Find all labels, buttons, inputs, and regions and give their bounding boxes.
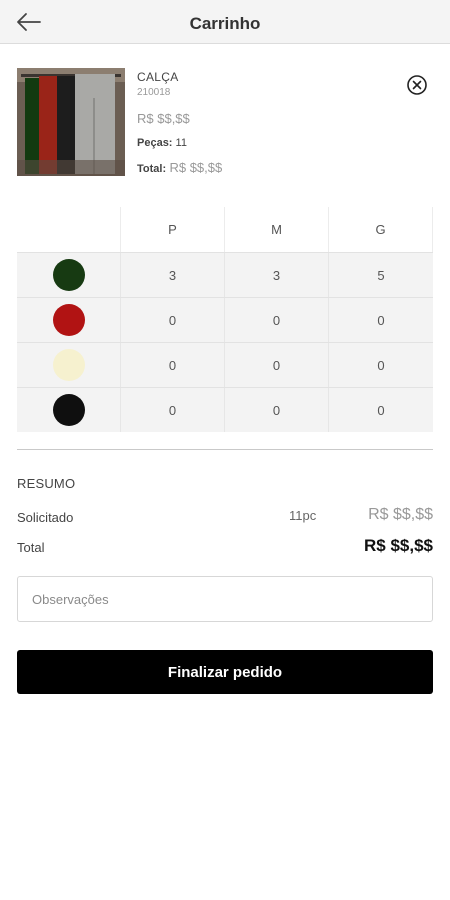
color-swatch-cream[interactable] [52, 349, 85, 381]
qty-cell-black-m[interactable]: 0 [225, 388, 329, 432]
grid-header-row: P M G [17, 207, 433, 252]
requested-qty: 11pc [289, 508, 317, 523]
observations-input[interactable] [17, 576, 433, 622]
qty-cell-black-g[interactable]: 0 [329, 388, 433, 432]
total-label: Total [17, 540, 45, 555]
grid-row-black: 0 0 0 [17, 387, 433, 432]
qty-cell-green-g[interactable]: 5 [329, 253, 433, 297]
qty-cell-red-p[interactable]: 0 [121, 298, 225, 342]
color-cell [17, 298, 121, 342]
cart-item: CALÇA 210018 R$ $$,$$ Peças: 11 Total: R… [17, 68, 433, 178]
total-price: R$ $$,$$ [364, 536, 433, 555]
page-title: Carrinho [189, 14, 261, 33]
color-swatch-red[interactable] [52, 304, 85, 336]
product-total-label: Total: [137, 163, 167, 175]
product-code: 210018 [137, 87, 171, 98]
qty-cell-red-g[interactable]: 0 [329, 298, 433, 342]
finish-order-button[interactable]: Finalizar pedido [17, 650, 433, 694]
section-divider [17, 449, 433, 450]
color-cell [17, 343, 121, 387]
size-header-p: P [121, 207, 225, 252]
pieces-label: Peças: [137, 137, 173, 149]
qty-cell-green-m[interactable]: 3 [225, 253, 329, 297]
product-total: Total: R$ $$,$$ [137, 160, 222, 175]
product-price: R$ $$,$$ [137, 111, 190, 126]
product-pieces: Peças: 11 [137, 137, 187, 149]
qty-cell-cream-p[interactable]: 0 [121, 343, 225, 387]
qty-cell-green-p[interactable]: 3 [121, 253, 225, 297]
product-total-value: R$ $$,$$ [169, 160, 223, 175]
grid-row-red: 0 0 0 [17, 297, 433, 342]
color-cell [17, 253, 121, 297]
grid-row-cream: 0 0 0 [17, 342, 433, 387]
pieces-value: 11 [175, 137, 187, 149]
product-image[interactable] [17, 68, 125, 176]
summary-title: RESUMO [17, 476, 76, 491]
grid-header-corner [17, 207, 121, 252]
grid-row-green: 3 3 5 [17, 252, 433, 297]
color-swatch-green[interactable] [52, 259, 85, 291]
requested-label: Solicitado [17, 510, 74, 525]
qty-cell-black-p[interactable]: 0 [121, 388, 225, 432]
remove-item-icon[interactable] [406, 74, 428, 96]
color-cell [17, 388, 121, 432]
product-name: CALÇA [137, 70, 179, 84]
app-bar: Carrinho [0, 0, 450, 44]
qty-cell-red-m[interactable]: 0 [225, 298, 329, 342]
size-color-grid: P M G 3 3 5 0 0 0 0 0 0 0 0 0 [17, 207, 433, 432]
color-swatch-black[interactable] [52, 394, 85, 426]
requested-price: R$ $$,$$ [368, 506, 433, 523]
size-header-m: M [225, 207, 329, 252]
size-header-g: G [329, 207, 433, 252]
qty-cell-cream-m[interactable]: 0 [225, 343, 329, 387]
qty-cell-cream-g[interactable]: 0 [329, 343, 433, 387]
